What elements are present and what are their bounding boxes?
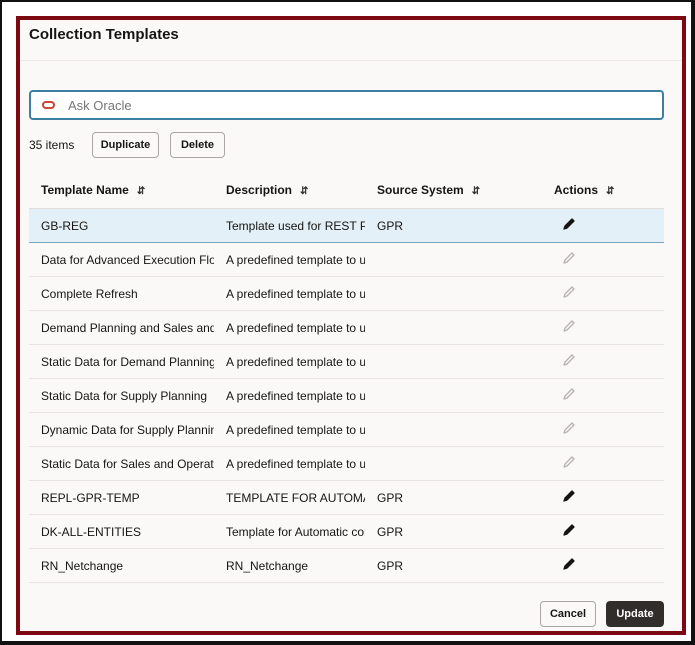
actions-cell (542, 353, 664, 370)
column-header-source[interactable]: Source System ⇵ (365, 183, 542, 197)
template-name: Demand Planning and Sales and Operations (41, 320, 214, 335)
item-count: 35 items (29, 138, 75, 152)
template-name: RN_Netchange (41, 558, 124, 573)
template-name: Static Data for Sales and Operations (41, 456, 214, 471)
page-title: Collection Templates (29, 26, 179, 43)
table-row[interactable]: REPL-GPR-TEMP TEMPLATE FOR AUTOMATIC GPR (29, 481, 664, 515)
duplicate-button[interactable]: Duplicate (92, 132, 159, 158)
source-system: GPR (377, 490, 404, 505)
template-name: Complete Refresh (41, 286, 138, 301)
edit-pencil-icon[interactable] (562, 489, 576, 503)
dialog: Collection Templates 35 items Duplicate … (16, 16, 686, 635)
edit-pencil-icon[interactable] (562, 523, 576, 537)
template-name: Data for Advanced Execution Flow (41, 252, 214, 267)
table-row[interactable]: DK-ALL-ENTITIES Template for Automatic c… (29, 515, 664, 549)
actions-cell (542, 557, 664, 574)
column-header-name[interactable]: Template Name ⇵ (29, 183, 214, 197)
edit-pencil-icon[interactable] (562, 217, 576, 231)
actions-cell (542, 387, 664, 404)
actions-cell (542, 421, 664, 438)
template-description: Template for Automatic collection (226, 524, 365, 539)
table-row[interactable]: Demand Planning and Sales and Operations… (29, 311, 664, 345)
template-description: A predefined template to use (226, 252, 365, 267)
actions-cell (542, 251, 664, 268)
column-header-actions[interactable]: Actions ⇵ (542, 183, 664, 197)
sort-icon[interactable]: ⇵ (300, 186, 308, 197)
template-name: DK-ALL-ENTITIES (41, 524, 142, 539)
edit-pencil-icon[interactable] (562, 251, 576, 265)
delete-button[interactable]: Delete (170, 132, 225, 158)
edit-pencil-icon[interactable] (562, 455, 576, 469)
header-label: Source System (377, 183, 464, 197)
edit-pencil-icon[interactable] (562, 557, 576, 571)
sort-icon[interactable]: ⇵ (137, 186, 145, 197)
table-row[interactable]: Dynamic Data for Supply Planning A prede… (29, 413, 664, 447)
template-description: A predefined template to use (226, 286, 365, 301)
template-description: A predefined template to use (226, 422, 365, 437)
table-row[interactable]: Static Data for Supply Planning A predef… (29, 379, 664, 413)
template-description: Template used for REST POC (226, 218, 365, 233)
divider (20, 60, 682, 61)
table-header: Template Name ⇵ Description ⇵ Source Syste… (29, 172, 664, 209)
actions-cell (542, 489, 664, 506)
table-row[interactable]: Static Data for Demand Planning A predef… (29, 345, 664, 379)
source-system: GPR (377, 524, 404, 539)
sort-icon[interactable]: ⇵ (472, 186, 480, 197)
edit-pencil-icon[interactable] (562, 285, 576, 299)
edit-pencil-icon[interactable] (562, 319, 576, 333)
source-system: GPR (377, 558, 404, 573)
edit-pencil-icon[interactable] (562, 387, 576, 401)
actions-cell (542, 523, 664, 540)
table-row[interactable]: Data for Advanced Execution Flow A prede… (29, 243, 664, 277)
table-row[interactable]: Static Data for Sales and Operations A p… (29, 447, 664, 481)
cancel-button[interactable]: Cancel (540, 601, 596, 627)
template-name: Static Data for Supply Planning (41, 388, 208, 403)
template-name: Dynamic Data for Supply Planning (41, 422, 214, 437)
template-description: TEMPLATE FOR AUTOMATIC (226, 490, 365, 505)
template-name: GB-REG (41, 218, 89, 233)
template-name: Static Data for Demand Planning (41, 354, 214, 369)
oracle-icon (42, 101, 55, 109)
source-system: GPR (377, 218, 404, 233)
templates-table: Template Name ⇵ Description ⇵ Source Syste… (29, 172, 664, 583)
table-row[interactable]: GB-REG Template used for REST POC GPR (29, 209, 664, 243)
actions-cell (542, 455, 664, 472)
column-header-description[interactable]: Description ⇵ (214, 183, 365, 197)
edit-pencil-icon[interactable] (562, 421, 576, 435)
template-description: A predefined template to use (226, 388, 365, 403)
template-description: RN_Netchange (226, 558, 309, 573)
actions-cell (542, 217, 664, 234)
header-label: Template Name (41, 183, 129, 197)
edit-pencil-icon[interactable] (562, 353, 576, 367)
actions-cell (542, 319, 664, 336)
template-description: A predefined template to use (226, 354, 365, 369)
actions-cell (542, 285, 664, 302)
search-box[interactable] (29, 90, 664, 120)
table-row[interactable]: Complete Refresh A predefined template t… (29, 277, 664, 311)
template-description: A predefined template to use (226, 456, 365, 471)
header-label: Description (226, 183, 293, 197)
header-label: Actions (554, 183, 599, 197)
search-input[interactable] (68, 97, 568, 113)
update-button[interactable]: Update (606, 601, 664, 627)
sort-icon[interactable]: ⇵ (606, 186, 614, 197)
table-row[interactable]: RN_Netchange RN_Netchange GPR (29, 549, 664, 583)
template-name: REPL-GPR-TEMP (41, 490, 140, 505)
template-description: A predefined template to use (226, 320, 365, 335)
